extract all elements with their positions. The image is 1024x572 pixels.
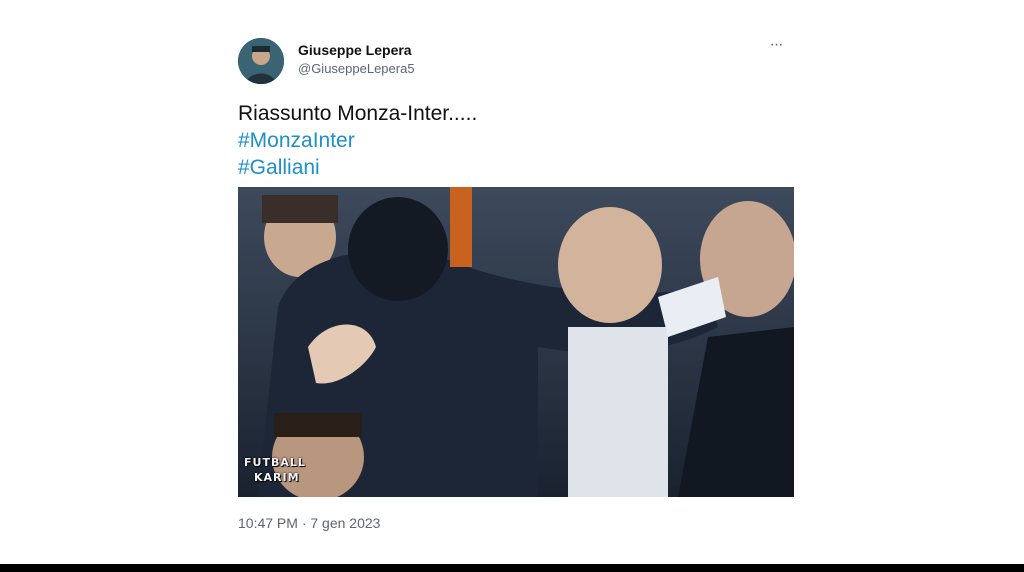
page: Giuseppe Lepera @GiuseppeLepera5 ··· Ria…	[0, 0, 1024, 572]
hashtag-galliani[interactable]: #Galliani	[238, 154, 794, 181]
watermark-line-1: FUTBALL	[244, 456, 306, 469]
watermark-line-2: KARIM	[254, 471, 300, 484]
author-handle[interactable]: @GiuseppeLepera5	[298, 61, 415, 76]
bottom-black-bar	[0, 564, 1024, 572]
tweet-media[interactable]: FUTBALL KARIM	[238, 187, 794, 497]
avatar[interactable]	[238, 38, 284, 84]
hashtag-monzainter[interactable]: #MonzaInter	[238, 127, 794, 154]
author-name[interactable]: Giuseppe Lepera	[298, 42, 412, 58]
media-watermark: FUTBALL KARIM	[244, 455, 306, 485]
tweet-timestamp[interactable]: 10:47 PM · 7 gen 2023	[238, 515, 794, 531]
tweet-card: Giuseppe Lepera @GiuseppeLepera5 ··· Ria…	[238, 36, 794, 531]
tweet-text: Riassunto Monza-Inter..... #MonzaInter #…	[238, 100, 794, 181]
avatar-image	[238, 38, 284, 84]
more-options-icon[interactable]: ···	[766, 37, 786, 58]
tweet-header: Giuseppe Lepera @GiuseppeLepera5 ···	[238, 36, 794, 86]
media-image	[238, 187, 794, 497]
tweet-body: Riassunto Monza-Inter.....	[238, 102, 478, 125]
